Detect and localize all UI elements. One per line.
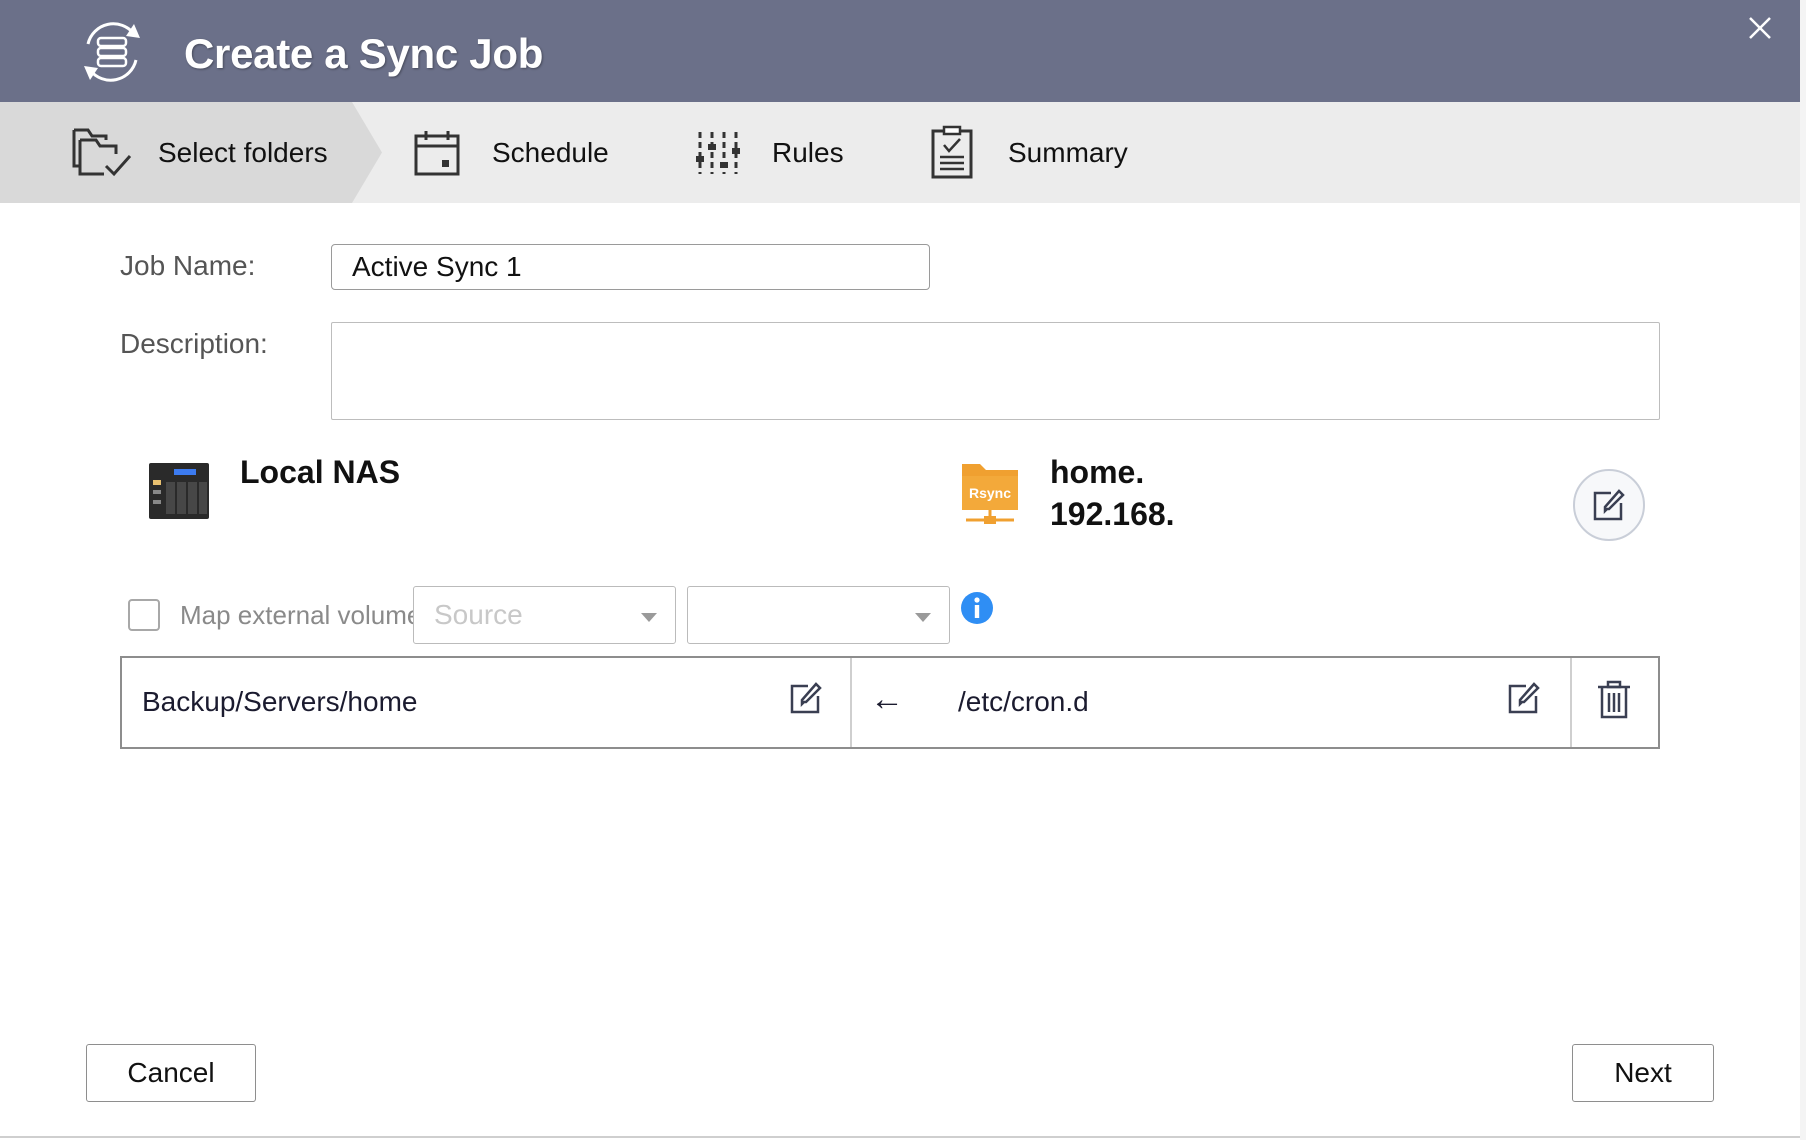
sync-app-icon — [84, 22, 140, 82]
folder-pair-row: Backup/Servers/home ← /etc/cron.d — [120, 656, 1660, 749]
remote-folder-cell: /etc/cron.d — [936, 658, 1586, 747]
remote-host-name: home. — [1050, 454, 1145, 490]
wizard-steps: Select folders Schedule Rules Summary — [0, 102, 1800, 203]
tab-label: Rules — [772, 136, 844, 168]
cancel-button[interactable]: Cancel — [86, 1044, 256, 1102]
edit-remote-button[interactable] — [1573, 469, 1645, 541]
edit-local-folder-icon[interactable] — [788, 680, 824, 716]
nas-device-icon — [149, 463, 209, 519]
local-folder-cell: Backup/Servers/home — [122, 658, 850, 747]
local-folder-path: Backup/Servers/home — [142, 686, 418, 717]
tab-label: Schedule — [492, 136, 609, 168]
dialog-bottom-border — [0, 1136, 1806, 1138]
close-icon[interactable] — [1744, 12, 1776, 44]
job-name-input[interactable]: Active Sync 1 — [331, 244, 930, 290]
map-external-volume-label: Map external volume — [180, 600, 422, 630]
tab-rules[interactable]: Rules — [694, 102, 844, 203]
tab-label: Select folders — [158, 136, 328, 168]
info-icon[interactable] — [960, 591, 994, 625]
remote-host-ip: 192.168. — [1050, 496, 1175, 532]
calendar-icon — [414, 130, 460, 175]
source-select[interactable]: Source — [413, 586, 676, 644]
dialog-title: Create a Sync Job — [184, 30, 544, 77]
clipboard-check-icon — [931, 125, 973, 178]
sliders-icon — [696, 131, 740, 174]
direction-cell: ← — [852, 658, 936, 747]
tab-schedule[interactable]: Schedule — [412, 102, 609, 203]
target-select[interactable] — [687, 586, 950, 644]
dialog-titlebar: Create a Sync Job — [0, 0, 1806, 102]
column-divider — [1570, 658, 1572, 747]
job-name-label: Job Name: — [120, 250, 256, 281]
tab-summary[interactable]: Summary — [930, 102, 1128, 203]
remote-folder-path: /etc/cron.d — [958, 686, 1089, 717]
tab-select-folders[interactable]: Select folders — [70, 102, 328, 203]
chevron-down-icon — [915, 613, 931, 622]
trash-icon[interactable] — [1596, 680, 1632, 720]
dialog-right-edge — [1800, 0, 1806, 1140]
local-nas-title: Local NAS — [240, 454, 401, 490]
description-label: Description: — [120, 328, 268, 359]
edit-icon — [1593, 489, 1625, 521]
chevron-down-icon — [641, 613, 657, 622]
edit-remote-folder-icon[interactable] — [1506, 680, 1542, 716]
tab-label: Summary — [1008, 136, 1128, 168]
map-external-volume-checkbox[interactable] — [128, 599, 160, 631]
svg-text:Rsync: Rsync — [969, 485, 1011, 501]
description-textarea[interactable] — [331, 322, 1660, 420]
sync-job-dialog: Create a Sync Job Select folders Schedul… — [0, 0, 1806, 1140]
left-arrow-icon: ← — [870, 680, 904, 718]
rsync-folder-icon: Rsync — [962, 464, 1018, 524]
folders-check-icon — [72, 128, 132, 176]
next-button[interactable]: Next — [1572, 1044, 1714, 1102]
source-placeholder: Source — [434, 599, 523, 630]
